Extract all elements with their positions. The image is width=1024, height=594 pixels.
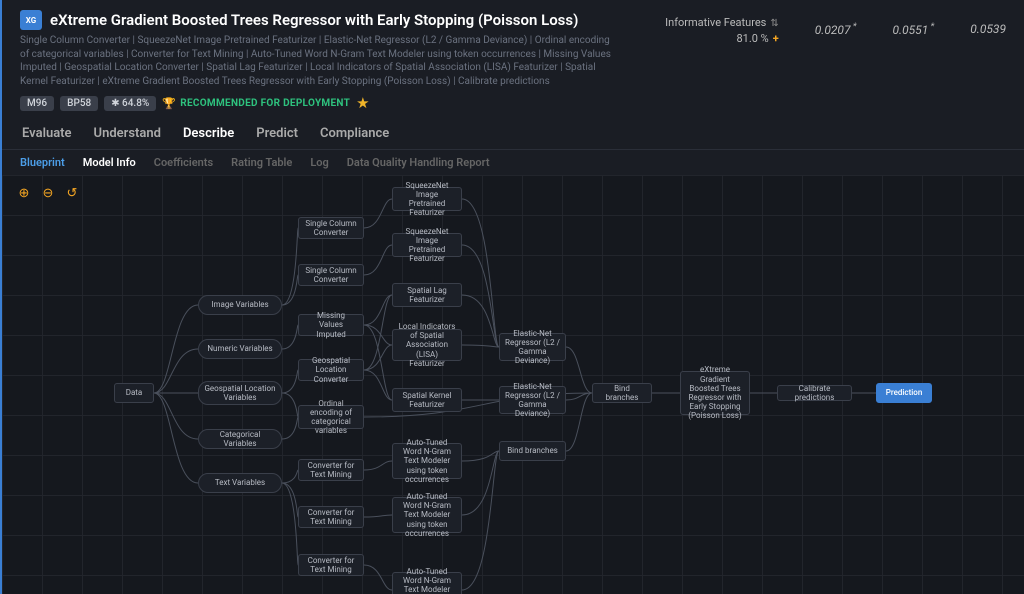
blueprint-canvas[interactable]: ⊕ ⊖ ↺ — [2, 175, 1024, 594]
subtab-coefficients[interactable]: Coefficients — [154, 156, 213, 169]
metric-1: 0.0207 * — [815, 22, 857, 37]
tab-compliance[interactable]: Compliance — [318, 118, 391, 149]
metric-3: 0.0539 — [970, 22, 1006, 36]
reset-button[interactable]: ↺ — [64, 185, 80, 201]
trophy-icon: 🏆 — [162, 97, 176, 110]
shuffle-icon: ⇄ — [769, 18, 780, 26]
node-skf[interactable]: Spatial Kernel Featurizer — [392, 388, 462, 412]
subtab-log[interactable]: Log — [310, 156, 328, 169]
node-mvi[interactable]: Missing Values Imputed — [298, 314, 364, 336]
model-title: eXtreme Gradient Boosted Trees Regressor… — [50, 11, 578, 29]
recommended-badge: 🏆 RECOMMENDED FOR DEPLOYMENT — [162, 97, 350, 110]
node-image-variables[interactable]: Image Variables — [198, 295, 282, 315]
zoom-out-button[interactable]: ⊖ — [40, 185, 56, 201]
informative-features-block: Informative Features⇄ 81.0 % + — [665, 16, 779, 45]
tab-evaluate[interactable]: Evaluate — [20, 118, 74, 149]
tabs-secondary: Blueprint Model Info Coefficients Rating… — [2, 150, 1024, 175]
informative-features-label: Informative Features — [665, 16, 766, 29]
badge-m: M96 — [20, 96, 54, 111]
tab-describe[interactable]: Describe — [181, 118, 236, 149]
badge-bp: BP58 — [60, 96, 98, 111]
node-enr2[interactable]: Elastic-Net Regressor (L2 / Gamma Devian… — [499, 386, 566, 414]
node-enr1[interactable]: Elastic-Net Regressor (L2 / Gamma Devian… — [499, 333, 566, 361]
node-numeric-variables[interactable]: Numeric Variables — [198, 339, 282, 359]
node-prediction[interactable]: Prediction — [876, 383, 932, 403]
node-text-variables[interactable]: Text Variables — [198, 473, 282, 493]
node-atw1[interactable]: Auto-Tuned Word N-Gram Text Modeler usin… — [392, 443, 462, 479]
node-scc1[interactable]: Single Column Converter — [298, 217, 364, 239]
node-calibrate[interactable]: Calibrate predictions — [777, 385, 852, 401]
zoom-in-button[interactable]: ⊕ — [16, 185, 32, 201]
node-xgb[interactable]: eXtreme Gradient Boosted Trees Regressor… — [680, 371, 750, 415]
recommended-label: RECOMMENDED FOR DEPLOYMENT — [180, 98, 350, 109]
informative-features-value: 81.0 % — [737, 32, 769, 45]
node-sq1[interactable]: SqueezeNet Image Pretrained Featurizer — [392, 187, 462, 211]
star-icon[interactable]: ★ — [356, 94, 369, 112]
tab-predict[interactable]: Predict — [254, 118, 300, 149]
xgboost-icon: XG — [20, 10, 42, 30]
node-geospatial-variables[interactable]: Geospatial Location Variables — [198, 381, 282, 405]
pipeline-description: Single Column Converter | SqueezeNet Ima… — [20, 34, 620, 88]
node-categorical-variables[interactable]: Categorical Variables — [198, 429, 282, 449]
node-bind2[interactable]: Bind branches — [499, 441, 566, 461]
subtab-dqhr[interactable]: Data Quality Handling Report — [347, 156, 490, 169]
subtab-model-info[interactable]: Model Info — [83, 156, 136, 169]
subtab-blueprint[interactable]: Blueprint — [20, 156, 65, 169]
node-ctm3[interactable]: Converter for Text Mining — [298, 554, 364, 576]
node-atw2[interactable]: Auto-Tuned Word N-Gram Text Modeler usin… — [392, 497, 462, 533]
node-glc[interactable]: Geospatial Location Converter — [298, 359, 364, 381]
metric-2: 0.0551 * — [892, 22, 934, 37]
node-lisa[interactable]: Local Indicators of Spatial Association … — [392, 329, 462, 361]
node-sq2[interactable]: SqueezeNet Image Pretrained Featurizer — [392, 233, 462, 257]
node-oec[interactable]: Ordinal encoding of categorical variable… — [298, 405, 364, 429]
node-slf[interactable]: Spatial Lag Featurizer — [392, 283, 462, 307]
tabs-primary: Evaluate Understand Describe Predict Com… — [2, 118, 1024, 150]
node-ctm1[interactable]: Converter for Text Mining — [298, 459, 364, 481]
node-ctm2[interactable]: Converter for Text Mining — [298, 506, 364, 528]
node-atw3[interactable]: Auto-Tuned Word N-Gram Text Modeler usin… — [392, 572, 462, 594]
node-data[interactable]: Data — [114, 383, 154, 403]
subtab-rating-table[interactable]: Rating Table — [231, 156, 292, 169]
node-bind1[interactable]: Bind branches — [592, 383, 652, 403]
plus-icon[interactable]: + — [773, 32, 779, 45]
header: XG eXtreme Gradient Boosted Trees Regres… — [2, 0, 1024, 118]
node-scc2[interactable]: Single Column Converter — [298, 264, 364, 286]
badge-pct: ✱ 64.8% — [104, 96, 156, 111]
tab-understand[interactable]: Understand — [92, 118, 163, 149]
